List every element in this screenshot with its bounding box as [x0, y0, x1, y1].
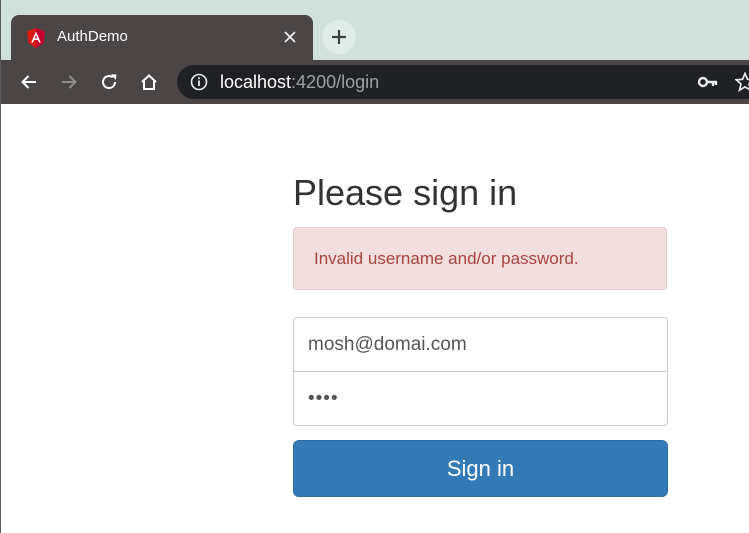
plus-icon — [332, 30, 346, 44]
reload-icon — [102, 74, 117, 90]
error-message: Invalid username and/or password. — [314, 249, 579, 268]
email-field[interactable] — [293, 317, 668, 372]
browser-window: AuthDemo localhost:4200/login Please sig… — [0, 0, 749, 533]
page-title: Please sign in — [293, 172, 518, 213]
star-icon[interactable] — [735, 72, 749, 92]
address-bar[interactable]: localhost:4200/login — [177, 65, 749, 99]
key-icon[interactable] — [697, 73, 719, 91]
angular-icon — [27, 28, 45, 48]
home-icon — [141, 74, 157, 90]
home-button[interactable] — [137, 70, 161, 94]
back-arrow-icon — [21, 75, 36, 89]
browser-toolbar: localhost:4200/login — [1, 60, 749, 104]
info-icon[interactable] — [190, 73, 208, 91]
url-host: localhost — [220, 72, 292, 92]
password-field[interactable] — [293, 371, 668, 426]
tab-title: AuthDemo — [57, 28, 128, 45]
tab-authdemo[interactable]: AuthDemo — [11, 15, 313, 60]
url-path: :4200/login — [291, 72, 380, 92]
url-text[interactable]: localhost:4200/login — [220, 72, 379, 93]
forward-arrow-icon — [62, 75, 77, 89]
back-button[interactable] — [17, 70, 41, 94]
reload-button[interactable] — [97, 70, 121, 94]
close-icon[interactable] — [279, 26, 301, 48]
page-content: Please sign in Invalid username and/or p… — [1, 104, 749, 533]
tab-strip: AuthDemo — [1, 0, 749, 60]
forward-button[interactable] — [57, 70, 81, 94]
error-alert: Invalid username and/or password. — [293, 227, 667, 290]
sign-in-button[interactable]: Sign in — [293, 440, 668, 497]
new-tab-button[interactable] — [322, 20, 356, 54]
